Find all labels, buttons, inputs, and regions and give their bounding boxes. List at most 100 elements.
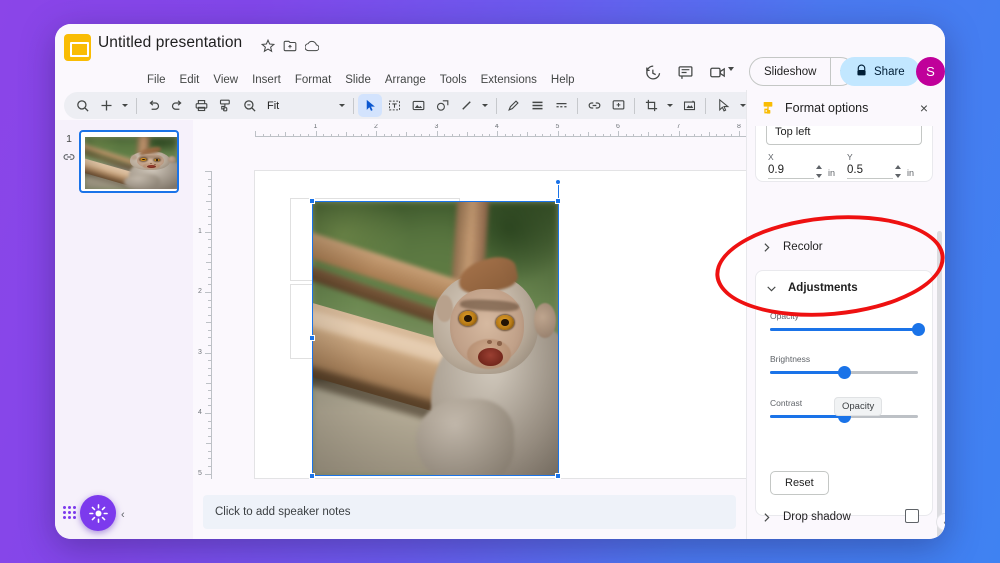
format-options-title: Format options (785, 101, 868, 115)
comment-history-icon[interactable] (674, 61, 696, 83)
share-button-label: Share (874, 66, 905, 78)
zoom-icon[interactable] (237, 94, 261, 117)
slide-list-item[interactable]: 1 (55, 130, 193, 196)
slides-app-window: Untitled presentation File Edit View Ins… (55, 24, 945, 539)
menu-extensions[interactable]: Extensions (474, 73, 544, 88)
zoom-level-value[interactable]: Fit (261, 100, 285, 112)
x-input[interactable]: 0.9 (768, 164, 814, 179)
contrast-label: Contrast (770, 398, 802, 408)
textbox-icon[interactable] (382, 94, 406, 117)
meet-camera-icon[interactable] (706, 61, 728, 83)
adjustments-card: Adjustments Opacity Brightness Contrast (755, 270, 933, 516)
select-tool-icon[interactable] (358, 94, 382, 117)
menu-file[interactable]: File (140, 73, 173, 88)
crop-options-caret-icon[interactable] (663, 94, 677, 117)
redo-icon[interactable] (165, 94, 189, 117)
line-icon[interactable] (454, 94, 478, 117)
x-unit: in (828, 168, 835, 178)
drop-shadow-section-toggle[interactable]: Drop shadow (755, 501, 933, 533)
border-color-icon[interactable] (501, 94, 525, 117)
crop-image-icon[interactable] (639, 94, 663, 117)
resize-handle-bottom-left[interactable] (309, 473, 315, 479)
resize-handle-top-right[interactable] (555, 198, 561, 204)
opacity-slider[interactable] (770, 328, 918, 331)
zoom-level-caret-icon[interactable] (335, 94, 349, 117)
menu-help[interactable]: Help (544, 73, 582, 88)
collapse-panel-icon[interactable]: ‹ (121, 509, 125, 521)
y-input[interactable]: 0.5 (847, 164, 893, 179)
brightness-slider-knob[interactable] (838, 366, 851, 379)
vertical-ruler[interactable]: 12345 (197, 139, 212, 479)
search-icon[interactable] (70, 94, 94, 117)
adjustments-section-toggle[interactable]: Adjustments (760, 277, 858, 299)
rotation-handle[interactable] (555, 179, 561, 185)
slide-number: 1 (61, 133, 77, 145)
add-comment-icon[interactable] (606, 94, 630, 117)
opacity-label: Opacity (770, 311, 799, 321)
drop-shadow-checkbox[interactable] (905, 509, 919, 523)
meet-dropdown-caret-icon[interactable] (728, 67, 734, 71)
horizontal-ruler[interactable]: 123456789 (214, 124, 746, 139)
opacity-slider-knob[interactable] (912, 323, 925, 336)
resize-handle-top-left[interactable] (309, 198, 315, 204)
toolbar-divider (577, 98, 578, 114)
insert-image-icon[interactable] (406, 94, 430, 117)
y-unit: in (907, 168, 914, 178)
format-options-icon (761, 100, 777, 116)
menu-edit[interactable]: Edit (173, 73, 207, 88)
menu-slide[interactable]: Slide (338, 73, 378, 88)
resize-handle-middle-left[interactable] (309, 335, 315, 341)
slide-thumbnail[interactable] (79, 130, 179, 193)
monkey-photo[interactable] (313, 202, 558, 475)
resize-handle-bottom-right[interactable] (555, 473, 561, 479)
recolor-section-toggle[interactable]: Recolor (755, 231, 933, 263)
new-slide-caret-icon[interactable] (118, 94, 132, 117)
speaker-notes-field[interactable]: Click to add speaker notes (203, 495, 736, 529)
position-anchor-select[interactable]: Top left (766, 126, 922, 145)
version-history-icon[interactable] (641, 61, 663, 83)
gemini-fab-area: ‹ (55, 479, 193, 539)
menu-arrange[interactable]: Arrange (378, 73, 433, 88)
slide-editing-surface[interactable] (255, 171, 800, 478)
brightness-label: Brightness (770, 354, 810, 364)
slide-canvas-area: 123456789 12345 (193, 120, 746, 539)
line-options-caret-icon[interactable] (478, 94, 492, 117)
reset-button[interactable]: Reset (770, 471, 829, 495)
gemini-sparkle-icon[interactable] (80, 495, 116, 531)
close-icon[interactable]: × (915, 99, 933, 117)
chevron-right-icon (755, 506, 777, 528)
document-title[interactable]: Untitled presentation (98, 34, 242, 52)
drop-shadow-label: Drop shadow (783, 511, 851, 523)
mask-image-icon[interactable] (677, 94, 701, 117)
opacity-tooltip: Opacity (834, 397, 882, 416)
menu-view[interactable]: View (206, 73, 245, 88)
cloud-saved-icon[interactable] (303, 37, 320, 54)
slideshow-button[interactable]: Slideshow (750, 58, 830, 85)
share-button[interactable]: Share (840, 57, 920, 86)
drag-dots-icon[interactable] (63, 506, 75, 520)
insert-link-icon[interactable] (582, 94, 606, 117)
star-icon[interactable] (259, 37, 276, 54)
menu-tools[interactable]: Tools (433, 73, 474, 88)
x-label: X (768, 152, 774, 162)
brightness-slider-fill (770, 371, 844, 374)
avatar[interactable]: S (916, 57, 945, 86)
border-dash-icon[interactable] (549, 94, 573, 117)
lock-icon (855, 64, 868, 80)
menu-format[interactable]: Format (288, 73, 338, 88)
print-icon[interactable] (189, 94, 213, 117)
main-toolbar: Fit (64, 92, 764, 119)
format-options-panel: Format options × Top left X 0.9 in Y 0.5… (746, 90, 945, 539)
shape-icon[interactable] (430, 94, 454, 117)
paint-format-icon[interactable] (213, 94, 237, 117)
pointer-mode-icon[interactable] (712, 94, 736, 117)
x-stepper[interactable] (814, 165, 823, 178)
border-weight-icon[interactable] (525, 94, 549, 117)
brightness-slider[interactable] (770, 371, 918, 374)
menu-insert[interactable]: Insert (245, 73, 288, 88)
y-stepper[interactable] (893, 165, 902, 178)
undo-icon[interactable] (141, 94, 165, 117)
move-to-folder-icon[interactable] (281, 37, 298, 54)
new-slide-icon[interactable] (94, 94, 118, 117)
panel-scrollbar[interactable] (937, 231, 942, 539)
